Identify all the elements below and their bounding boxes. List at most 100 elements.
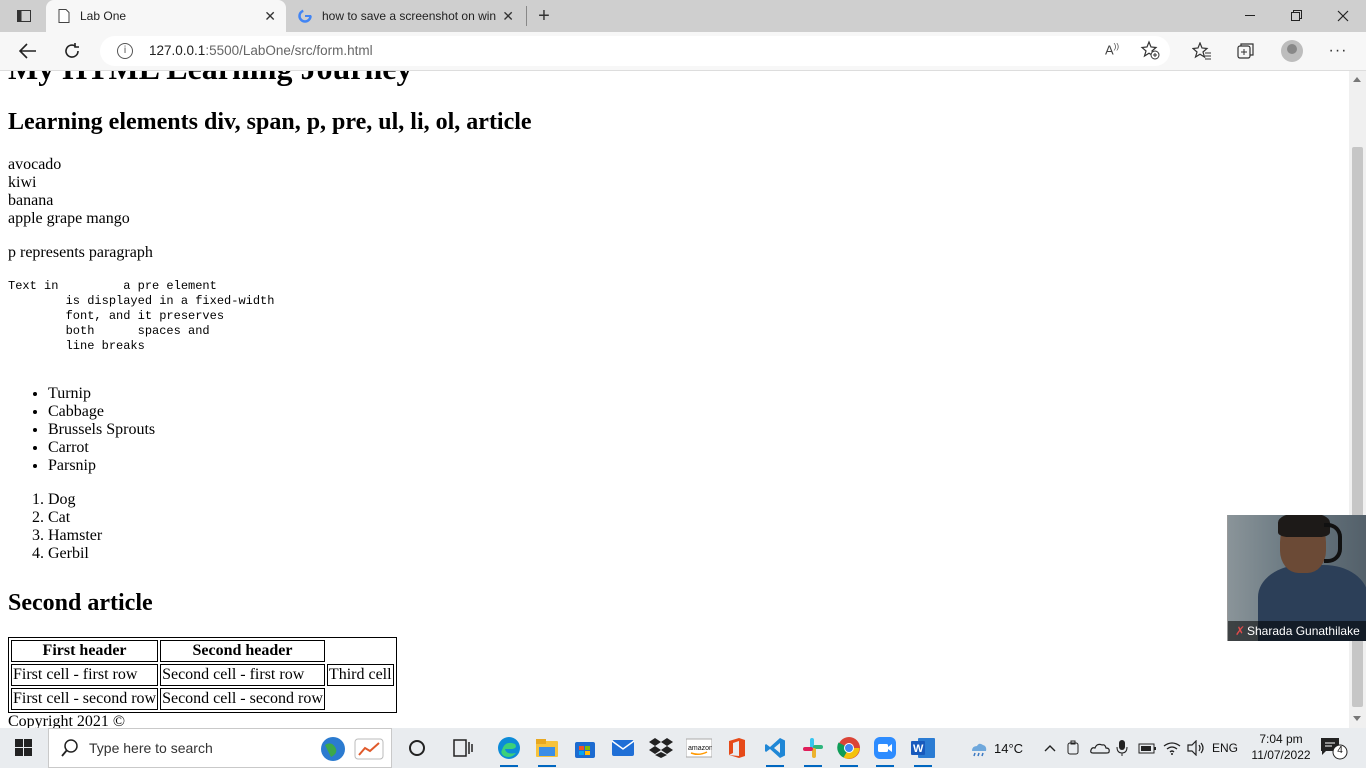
table-cell: Third cell xyxy=(326,664,394,686)
page-viewport: My HTML Learning Journey Learning elemen… xyxy=(0,71,1349,728)
list-item: Turnip xyxy=(48,385,1338,403)
article-heading: Second article xyxy=(8,590,153,616)
office-icon[interactable] xyxy=(718,728,756,768)
table-cell: Second cell - second row xyxy=(160,688,325,710)
article-heading: Learning elements div, span, p, pre, ul,… xyxy=(8,109,532,135)
list-item: Hamster xyxy=(48,527,1338,545)
tab-bar: Lab One ✕ how to save a screenshot on wi… xyxy=(0,0,1366,32)
weather-icon xyxy=(968,739,988,757)
table-header: First header xyxy=(11,640,159,662)
scroll-down-icon[interactable] xyxy=(1353,716,1361,721)
page-icon xyxy=(58,9,70,23)
list-item: Cabbage xyxy=(48,403,1338,421)
window-close-icon[interactable] xyxy=(1320,0,1366,32)
amazon-icon[interactable]: amazon xyxy=(680,728,718,768)
div-item: avocado xyxy=(8,156,62,173)
taskbar-search[interactable]: Type here to search xyxy=(48,728,392,768)
list-item: Cat xyxy=(48,509,1338,527)
microphone-icon[interactable] xyxy=(1116,728,1128,768)
windows-start-icon[interactable] xyxy=(0,728,48,768)
back-icon[interactable] xyxy=(10,32,46,70)
table-cell: First cell - second row xyxy=(11,688,159,710)
paragraph: p represents paragraph xyxy=(8,244,153,261)
list-item: Gerbil xyxy=(48,545,1338,563)
svg-text:amazon: amazon xyxy=(688,745,712,752)
globe-icon[interactable] xyxy=(319,735,347,768)
favorites-icon[interactable] xyxy=(1184,32,1220,70)
read-aloud-icon[interactable]: A)) xyxy=(1105,42,1119,57)
tab-actions-icon[interactable] xyxy=(10,0,38,32)
address-bar[interactable]: i 127.0.0.1:5500/LabOne/src/form.html A)… xyxy=(100,36,1170,66)
volume-icon[interactable] xyxy=(1187,728,1207,768)
new-tab-icon[interactable]: + xyxy=(532,0,556,32)
add-favorite-icon[interactable] xyxy=(1140,40,1160,65)
tab-title: Lab One xyxy=(80,9,127,23)
table-cell: First cell - first row xyxy=(11,664,159,686)
span-line: apple grape mango xyxy=(8,210,1338,228)
div-item: kiwi xyxy=(8,174,37,191)
mic-muted-icon: ✗ xyxy=(1234,624,1246,638)
taskbar: Type here to search amazon W 14°C ENG 7:… xyxy=(0,728,1366,768)
task-view-icon[interactable] xyxy=(444,728,482,768)
span-item: apple xyxy=(8,210,43,227)
collections-icon[interactable] xyxy=(1228,32,1264,70)
cortana-icon[interactable] xyxy=(398,728,436,768)
notification-count: 4 xyxy=(1337,745,1343,756)
weather-widget[interactable]: 14°C xyxy=(968,728,1023,768)
footer: Copyright 2021 © xyxy=(8,713,126,728)
onedrive-icon[interactable] xyxy=(1090,728,1110,768)
clock-date: 11/07/2022 xyxy=(1251,748,1311,762)
info-icon[interactable]: i xyxy=(117,43,133,59)
minimize-icon[interactable] xyxy=(1228,0,1274,32)
clock[interactable]: 7:04 pm 11/07/2022 xyxy=(1250,731,1312,763)
table-header: Second header xyxy=(160,640,325,662)
notification-center-icon[interactable]: 4 xyxy=(1318,734,1348,762)
store-icon[interactable] xyxy=(566,728,604,768)
weather-temp: 14°C xyxy=(994,740,1024,756)
list-item: Dog xyxy=(48,491,1338,509)
page-content: My HTML Learning Journey Learning elemen… xyxy=(8,71,1338,728)
file-explorer-icon[interactable] xyxy=(528,728,566,768)
url-host: 127.0.0.1 xyxy=(149,43,206,58)
dropbox-icon[interactable] xyxy=(642,728,680,768)
tab-lab-one[interactable]: Lab One ✕ xyxy=(46,0,286,32)
restore-icon[interactable] xyxy=(1274,0,1320,32)
edge-icon[interactable] xyxy=(490,728,528,768)
mail-icon[interactable] xyxy=(604,728,642,768)
tab-title: how to save a screenshot on win xyxy=(322,9,496,23)
refresh-icon[interactable] xyxy=(54,32,90,70)
chrome-icon[interactable] xyxy=(830,728,868,768)
scroll-up-icon[interactable] xyxy=(1353,77,1361,82)
table-empty-cell xyxy=(327,688,394,710)
ordered-list: Dog Cat Hamster Gerbil xyxy=(8,491,1338,563)
list-item: Brussels Sprouts xyxy=(48,421,1338,439)
close-icon[interactable]: ✕ xyxy=(264,8,276,25)
more-icon[interactable]: ··· xyxy=(1320,32,1356,70)
tab-search[interactable]: how to save a screenshot on win ✕ xyxy=(288,0,524,32)
clock-time: 7:04 pm xyxy=(1259,732,1303,746)
zoom-icon[interactable] xyxy=(866,728,904,768)
span-item: mango xyxy=(86,210,130,227)
close-icon[interactable]: ✕ xyxy=(502,8,514,25)
participant-name: Sharada Gunathilake xyxy=(1247,624,1360,638)
url-text[interactable]: 127.0.0.1:5500/LabOne/src/form.html xyxy=(149,43,373,58)
search-highlight-icon[interactable] xyxy=(353,735,387,768)
battery-icon[interactable] xyxy=(1138,728,1158,768)
word-icon[interactable]: W xyxy=(904,728,942,768)
span-item: grape xyxy=(46,210,83,227)
profile-icon[interactable] xyxy=(1274,32,1310,70)
show-hidden-icons[interactable] xyxy=(1044,728,1056,768)
meet-now-icon[interactable] xyxy=(1066,728,1082,768)
wifi-icon[interactable] xyxy=(1163,728,1181,768)
div-item: banana xyxy=(8,192,54,209)
language-indicator[interactable]: ENG xyxy=(1212,728,1238,768)
page-title: My HTML Learning Journey xyxy=(8,71,1338,87)
table-row: First cell - first row Second cell - fir… xyxy=(11,664,394,686)
svg-text:W: W xyxy=(913,743,924,755)
video-call-tile[interactable]: ✗ Sharada Gunathilake xyxy=(1227,515,1366,641)
vscode-icon[interactable] xyxy=(756,728,794,768)
headphones-icon xyxy=(1324,523,1342,563)
slack-icon[interactable] xyxy=(794,728,832,768)
search-placeholder: Type here to search xyxy=(89,740,213,756)
list-item: Parsnip xyxy=(48,457,1338,475)
